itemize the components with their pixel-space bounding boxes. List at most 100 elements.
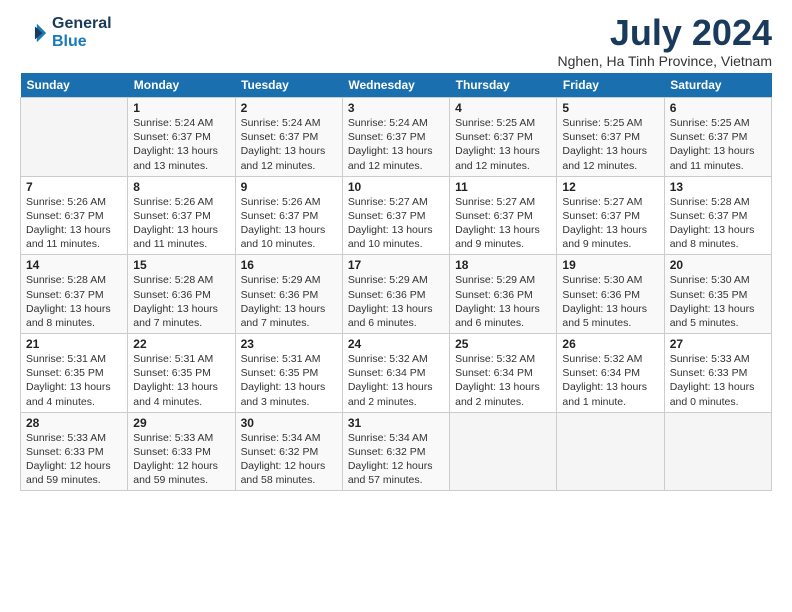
calendar-cell: 16 Sunrise: 5:29 AMSunset: 6:36 PMDaylig… (235, 255, 342, 334)
day-number: 28 (26, 416, 122, 430)
day-number: 17 (348, 258, 444, 272)
calendar-cell: 4 Sunrise: 5:25 AMSunset: 6:37 PMDayligh… (450, 98, 557, 177)
weekday-header-monday: Monday (128, 73, 235, 98)
calendar-cell: 24 Sunrise: 5:32 AMSunset: 6:34 PMDaylig… (342, 334, 449, 413)
day-number: 15 (133, 258, 229, 272)
day-number: 26 (562, 337, 658, 351)
day-number: 5 (562, 101, 658, 115)
day-info: Sunrise: 5:33 AMSunset: 6:33 PMDaylight:… (26, 432, 111, 487)
day-number: 30 (241, 416, 337, 430)
day-number: 8 (133, 180, 229, 194)
calendar-cell: 18 Sunrise: 5:29 AMSunset: 6:36 PMDaylig… (450, 255, 557, 334)
day-number: 23 (241, 337, 337, 351)
calendar-cell: 2 Sunrise: 5:24 AMSunset: 6:37 PMDayligh… (235, 98, 342, 177)
day-info: Sunrise: 5:31 AMSunset: 6:35 PMDaylight:… (241, 353, 326, 408)
day-number: 12 (562, 180, 658, 194)
calendar-cell: 21 Sunrise: 5:31 AMSunset: 6:35 PMDaylig… (21, 334, 128, 413)
calendar-cell (664, 412, 771, 491)
day-info: Sunrise: 5:26 AMSunset: 6:37 PMDaylight:… (26, 196, 111, 251)
day-number: 10 (348, 180, 444, 194)
day-info: Sunrise: 5:26 AMSunset: 6:37 PMDaylight:… (241, 196, 326, 251)
weekday-header-saturday: Saturday (664, 73, 771, 98)
day-info: Sunrise: 5:29 AMSunset: 6:36 PMDaylight:… (241, 274, 326, 329)
day-number: 7 (26, 180, 122, 194)
calendar-cell: 15 Sunrise: 5:28 AMSunset: 6:36 PMDaylig… (128, 255, 235, 334)
day-number: 6 (670, 101, 766, 115)
calendar-cell (557, 412, 664, 491)
day-number: 27 (670, 337, 766, 351)
day-info: Sunrise: 5:25 AMSunset: 6:37 PMDaylight:… (670, 117, 755, 172)
weekday-header-sunday: Sunday (21, 73, 128, 98)
day-number: 9 (241, 180, 337, 194)
title-block: July 2024 Nghen, Ha Tinh Province, Vietn… (557, 15, 772, 69)
location-subtitle: Nghen, Ha Tinh Province, Vietnam (557, 53, 772, 69)
calendar-table: SundayMondayTuesdayWednesdayThursdayFrid… (20, 73, 772, 491)
day-info: Sunrise: 5:28 AMSunset: 6:37 PMDaylight:… (26, 274, 111, 329)
calendar-week-5: 28 Sunrise: 5:33 AMSunset: 6:33 PMDaylig… (21, 412, 772, 491)
calendar-week-3: 14 Sunrise: 5:28 AMSunset: 6:37 PMDaylig… (21, 255, 772, 334)
calendar-cell: 30 Sunrise: 5:34 AMSunset: 6:32 PMDaylig… (235, 412, 342, 491)
day-info: Sunrise: 5:28 AMSunset: 6:36 PMDaylight:… (133, 274, 218, 329)
day-info: Sunrise: 5:29 AMSunset: 6:36 PMDaylight:… (348, 274, 433, 329)
calendar-cell: 8 Sunrise: 5:26 AMSunset: 6:37 PMDayligh… (128, 176, 235, 255)
calendar-cell: 26 Sunrise: 5:32 AMSunset: 6:34 PMDaylig… (557, 334, 664, 413)
calendar-cell: 5 Sunrise: 5:25 AMSunset: 6:37 PMDayligh… (557, 98, 664, 177)
day-number: 20 (670, 258, 766, 272)
calendar-cell: 12 Sunrise: 5:27 AMSunset: 6:37 PMDaylig… (557, 176, 664, 255)
day-number: 19 (562, 258, 658, 272)
day-info: Sunrise: 5:30 AMSunset: 6:36 PMDaylight:… (562, 274, 647, 329)
calendar-cell: 27 Sunrise: 5:33 AMSunset: 6:33 PMDaylig… (664, 334, 771, 413)
day-number: 24 (348, 337, 444, 351)
calendar-cell: 3 Sunrise: 5:24 AMSunset: 6:37 PMDayligh… (342, 98, 449, 177)
day-number: 1 (133, 101, 229, 115)
day-number: 13 (670, 180, 766, 194)
day-info: Sunrise: 5:24 AMSunset: 6:37 PMDaylight:… (348, 117, 433, 172)
day-info: Sunrise: 5:31 AMSunset: 6:35 PMDaylight:… (133, 353, 218, 408)
day-info: Sunrise: 5:30 AMSunset: 6:35 PMDaylight:… (670, 274, 755, 329)
logo-text: General Blue (52, 15, 112, 51)
day-info: Sunrise: 5:32 AMSunset: 6:34 PMDaylight:… (455, 353, 540, 408)
calendar-cell: 10 Sunrise: 5:27 AMSunset: 6:37 PMDaylig… (342, 176, 449, 255)
day-info: Sunrise: 5:32 AMSunset: 6:34 PMDaylight:… (348, 353, 433, 408)
day-number: 31 (348, 416, 444, 430)
calendar-cell (450, 412, 557, 491)
weekday-header-row: SundayMondayTuesdayWednesdayThursdayFrid… (21, 73, 772, 98)
day-info: Sunrise: 5:24 AMSunset: 6:37 PMDaylight:… (241, 117, 326, 172)
day-info: Sunrise: 5:34 AMSunset: 6:32 PMDaylight:… (241, 432, 326, 487)
day-info: Sunrise: 5:26 AMSunset: 6:37 PMDaylight:… (133, 196, 218, 251)
day-number: 25 (455, 337, 551, 351)
day-info: Sunrise: 5:27 AMSunset: 6:37 PMDaylight:… (348, 196, 433, 251)
day-info: Sunrise: 5:27 AMSunset: 6:37 PMDaylight:… (562, 196, 647, 251)
calendar-week-2: 7 Sunrise: 5:26 AMSunset: 6:37 PMDayligh… (21, 176, 772, 255)
calendar-cell: 13 Sunrise: 5:28 AMSunset: 6:37 PMDaylig… (664, 176, 771, 255)
calendar-cell: 31 Sunrise: 5:34 AMSunset: 6:32 PMDaylig… (342, 412, 449, 491)
day-number: 14 (26, 258, 122, 272)
weekday-header-tuesday: Tuesday (235, 73, 342, 98)
calendar-week-1: 1 Sunrise: 5:24 AMSunset: 6:37 PMDayligh… (21, 98, 772, 177)
calendar-cell: 9 Sunrise: 5:26 AMSunset: 6:37 PMDayligh… (235, 176, 342, 255)
day-number: 11 (455, 180, 551, 194)
calendar-cell: 28 Sunrise: 5:33 AMSunset: 6:33 PMDaylig… (21, 412, 128, 491)
calendar-cell: 23 Sunrise: 5:31 AMSunset: 6:35 PMDaylig… (235, 334, 342, 413)
day-info: Sunrise: 5:28 AMSunset: 6:37 PMDaylight:… (670, 196, 755, 251)
calendar-cell: 1 Sunrise: 5:24 AMSunset: 6:37 PMDayligh… (128, 98, 235, 177)
day-number: 18 (455, 258, 551, 272)
day-info: Sunrise: 5:32 AMSunset: 6:34 PMDaylight:… (562, 353, 647, 408)
day-info: Sunrise: 5:25 AMSunset: 6:37 PMDaylight:… (562, 117, 647, 172)
calendar-cell (21, 98, 128, 177)
day-info: Sunrise: 5:33 AMSunset: 6:33 PMDaylight:… (133, 432, 218, 487)
day-number: 21 (26, 337, 122, 351)
day-number: 2 (241, 101, 337, 115)
day-number: 16 (241, 258, 337, 272)
page-container: General Blue July 2024 Nghen, Ha Tinh Pr… (0, 0, 792, 501)
calendar-cell: 22 Sunrise: 5:31 AMSunset: 6:35 PMDaylig… (128, 334, 235, 413)
day-info: Sunrise: 5:24 AMSunset: 6:37 PMDaylight:… (133, 117, 218, 172)
weekday-header-friday: Friday (557, 73, 664, 98)
day-info: Sunrise: 5:34 AMSunset: 6:32 PMDaylight:… (348, 432, 433, 487)
day-info: Sunrise: 5:25 AMSunset: 6:37 PMDaylight:… (455, 117, 540, 172)
month-title: July 2024 (557, 15, 772, 51)
logo: General Blue (20, 15, 112, 51)
weekday-header-thursday: Thursday (450, 73, 557, 98)
calendar-cell: 7 Sunrise: 5:26 AMSunset: 6:37 PMDayligh… (21, 176, 128, 255)
calendar-cell: 25 Sunrise: 5:32 AMSunset: 6:34 PMDaylig… (450, 334, 557, 413)
